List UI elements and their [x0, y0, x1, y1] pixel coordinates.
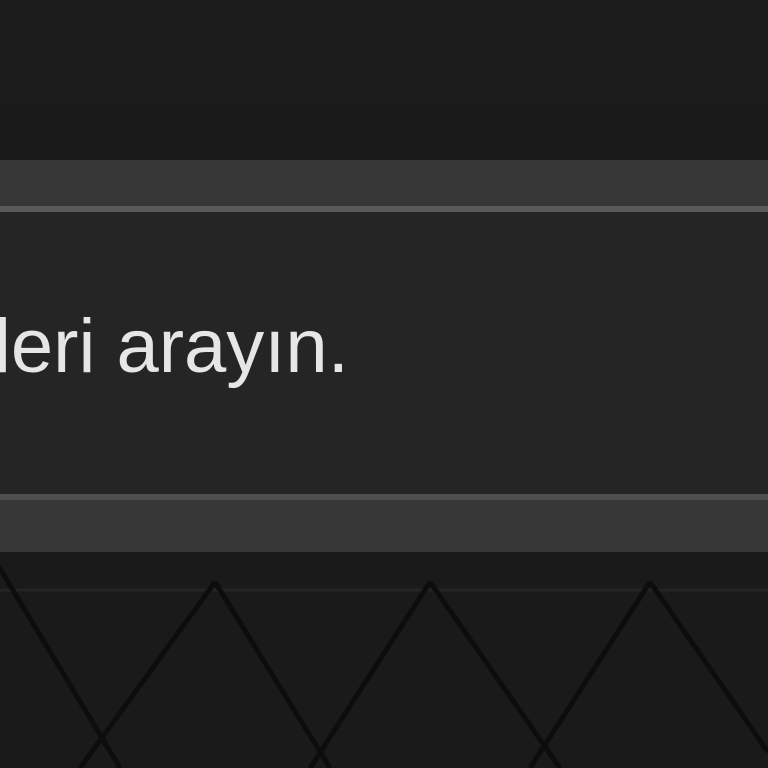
hint-panel: leri arayın. — [0, 160, 768, 552]
hint-text: leri arayın. — [0, 304, 349, 389]
hint-panel-top-border — [0, 160, 768, 212]
screen: leri arayın. — [0, 0, 768, 768]
background-pattern — [0, 552, 768, 768]
top-area — [0, 0, 768, 160]
hint-panel-bottom-border — [0, 494, 768, 552]
diamond-pattern — [0, 552, 768, 768]
